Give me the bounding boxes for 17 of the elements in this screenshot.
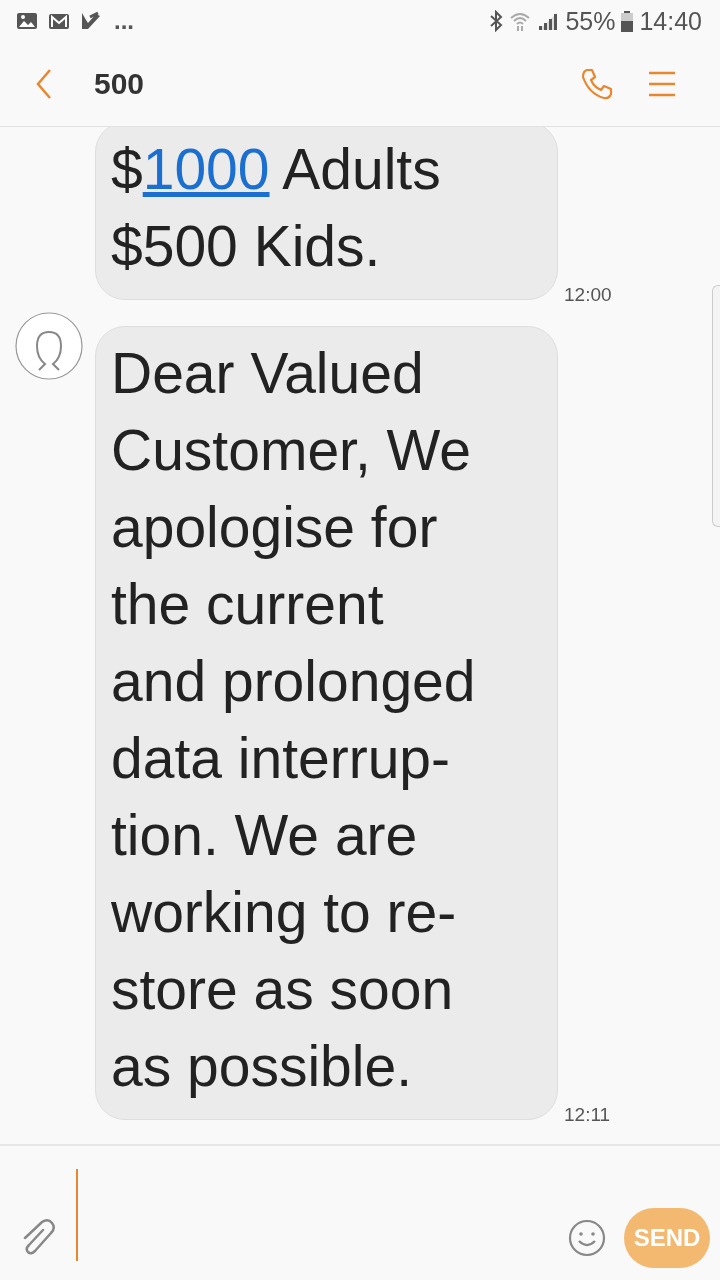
wifi-icon: [509, 10, 532, 32]
message-time: 12:00: [564, 284, 612, 306]
conversation-title: 500: [94, 67, 145, 101]
battery-icon: [621, 10, 634, 32]
signal-icon: [537, 11, 560, 31]
message-text: $1000 Adults $500 Kids.: [111, 136, 442, 280]
message-text: Dear Valued Customer, We apologise for the current and prolonged data interrup- tion. We are working to re- store as soon as possible.: [111, 340, 477, 1100]
message-time: 12:11: [564, 1104, 611, 1126]
check-flag-icon: [80, 11, 102, 31]
notification-overflow: ...: [114, 7, 134, 35]
mail-icon: [48, 11, 70, 31]
bluetooth-icon: [489, 10, 504, 32]
battery-percentage: 55%: [565, 6, 616, 36]
clock-time: 14:40: [639, 6, 702, 36]
message-link[interactable]: 1000: [142, 137, 270, 201]
gallery-icon: [16, 11, 38, 31]
contact-avatar[interactable]: [15, 312, 83, 380]
